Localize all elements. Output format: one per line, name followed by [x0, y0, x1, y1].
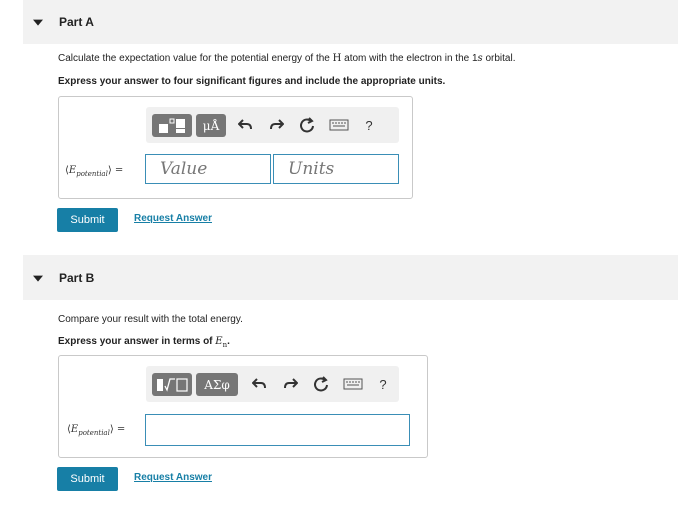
part-a-answer-box: μÅ ? ⟨Epotential⟩ = Value Units	[58, 96, 413, 199]
part-b-header[interactable]: Part B	[23, 255, 678, 300]
part-b-answer-label: ⟨Epotential⟩ =	[67, 424, 126, 437]
templates-icon	[159, 118, 185, 133]
redo-icon[interactable]	[282, 375, 300, 393]
help-icon[interactable]: ?	[360, 116, 378, 134]
part-b-title: Part B	[59, 270, 95, 285]
templates-button[interactable]	[152, 373, 192, 396]
reset-icon[interactable]	[298, 116, 316, 134]
undo-icon[interactable]	[250, 375, 268, 393]
templates-icon	[157, 377, 188, 392]
units-symbol-button[interactable]: μÅ	[196, 114, 226, 137]
part-a-express: Express your answer to four significant …	[58, 76, 446, 87]
part-a-request-answer-link[interactable]: Request Answer	[134, 213, 212, 224]
greek-symbol-button[interactable]: ΑΣφ	[196, 373, 238, 396]
part-a-title: Part A	[59, 15, 94, 29]
keyboard-icon[interactable]	[328, 116, 350, 134]
part-b-toolbar: ΑΣφ ?	[146, 366, 399, 402]
templates-button[interactable]	[152, 114, 192, 137]
part-a-answer-label: ⟨Epotential⟩ =	[65, 165, 124, 178]
collapse-caret-icon[interactable]	[33, 275, 43, 282]
units-input[interactable]: Units	[273, 154, 399, 184]
collapse-caret-icon[interactable]	[33, 19, 43, 26]
part-a-toolbar: μÅ ?	[146, 107, 399, 143]
part-b-instruction: Compare your result with the total energ…	[58, 314, 243, 325]
part-b-express: Express your answer in terms of En.	[58, 336, 230, 349]
part-a-submit-button[interactable]: Submit	[57, 208, 118, 232]
part-b-answer-box: ΑΣφ ? ⟨Epotential⟩ =	[58, 355, 428, 458]
undo-icon[interactable]	[236, 116, 254, 134]
answer-input[interactable]	[145, 414, 410, 446]
part-b-request-answer-link[interactable]: Request Answer	[134, 472, 212, 483]
part-b-submit-button[interactable]: Submit	[57, 467, 118, 491]
reset-icon[interactable]	[312, 375, 330, 393]
keyboard-icon[interactable]	[342, 375, 364, 393]
help-icon[interactable]: ?	[374, 375, 392, 393]
part-a-header[interactable]: Part A	[23, 0, 678, 44]
value-input[interactable]: Value	[145, 154, 271, 184]
redo-icon[interactable]	[268, 116, 286, 134]
part-a-instruction: Calculate the expectation value for the …	[58, 53, 516, 64]
